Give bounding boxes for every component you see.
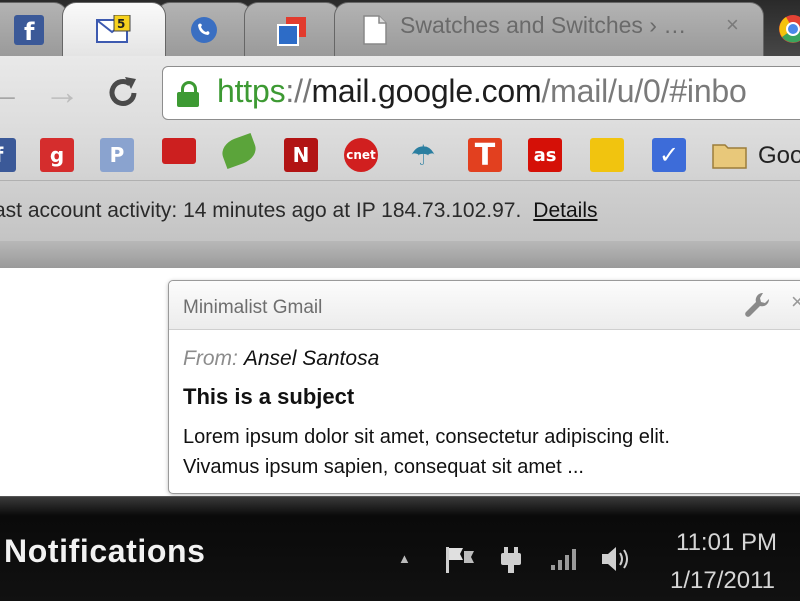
desktop-notification[interactable]: Minimalist Gmail × From: Ansel Santosa Th… xyxy=(168,280,800,494)
lastfm-bookmark-icon[interactable]: as xyxy=(528,138,562,172)
cnet-bookmark-icon[interactable]: cnet xyxy=(344,138,378,172)
notification-app-name: Minimalist Gmail xyxy=(183,297,323,318)
notification-header: Minimalist Gmail × xyxy=(169,281,800,330)
document-icon xyxy=(363,15,387,50)
netflix-bookmark-icon[interactable]: N xyxy=(284,138,318,172)
grooveshark-bookmark-icon[interactable]: g xyxy=(40,138,74,172)
t-bookmark-icon[interactable]: T xyxy=(468,138,502,173)
lock-icon xyxy=(177,81,199,107)
app-icon xyxy=(276,15,308,52)
browser-toolbar: ← → https://mail.google.com/mail/u/0/#in… xyxy=(0,56,800,132)
svg-text:5: 5 xyxy=(117,17,125,31)
network-signal-icon[interactable] xyxy=(550,545,580,576)
volume-icon[interactable] xyxy=(600,545,632,578)
chrome-icon[interactable] xyxy=(778,14,800,49)
notification-body-line: Lorem ipsum dolor sit amet, consectetur … xyxy=(183,426,670,448)
bookmarks-bar: f g P N cnet ☂ T as ✓ Goo xyxy=(0,132,800,181)
from-name: Ansel Santosa xyxy=(243,347,380,370)
notifications-label: Notifications xyxy=(4,533,206,569)
tab-facebook[interactable]: f xyxy=(0,2,68,56)
notification-from: From: Ansel Santosa xyxy=(183,347,379,371)
tunein-bookmark-icon[interactable]: ☂ xyxy=(406,138,440,172)
action-center-flag-icon[interactable] xyxy=(444,545,476,580)
reload-icon[interactable] xyxy=(104,74,142,117)
facebook-bookmark-icon[interactable]: f xyxy=(0,138,16,172)
tab-app[interactable] xyxy=(244,2,340,56)
bookmark-folder-label[interactable]: Goo xyxy=(758,142,800,170)
phone-icon xyxy=(189,15,219,50)
tab-gmail-notifier[interactable]: 5 xyxy=(62,2,166,56)
sticky-bookmark-icon[interactable] xyxy=(590,138,624,172)
browser-window: f 5 Swatches and Switches › … × ← → http… xyxy=(0,0,800,268)
clock-time[interactable]: 11:01 PM xyxy=(676,529,777,557)
back-icon[interactable]: ← xyxy=(0,72,22,112)
address-bar[interactable]: https://mail.google.com/mail/u/0/#inbo xyxy=(162,66,800,120)
notification-body-line: Vivamus ipsum sapien, consequat sit amet… xyxy=(183,456,584,478)
account-activity-bar: ast account activity: 14 minutes ago at … xyxy=(0,181,800,241)
tab-phone[interactable] xyxy=(156,2,252,56)
pandora-bookmark-icon[interactable]: P xyxy=(100,138,134,172)
show-hidden-icons-icon[interactable]: ▲ xyxy=(398,551,411,566)
gmail-notifier-icon: 5 xyxy=(96,14,132,50)
tab-title: Swatches and Switches › … xyxy=(400,12,687,38)
tab-strip: f 5 Swatches and Switches › … × xyxy=(0,0,800,56)
pocket-bookmark-icon[interactable] xyxy=(162,138,196,164)
power-icon[interactable] xyxy=(498,545,528,580)
folder-icon[interactable] xyxy=(712,140,748,175)
from-label: From: xyxy=(183,347,238,370)
taskbar: Notifications ▲ 11:01 PM 1/17/2011 xyxy=(0,496,800,601)
close-icon[interactable]: × xyxy=(726,12,739,38)
svg-text:f: f xyxy=(24,18,35,45)
facebook-icon: f xyxy=(14,15,45,50)
activity-text: ast account activity: 14 minutes ago at … xyxy=(0,199,522,222)
clock-date[interactable]: 1/17/2011 xyxy=(670,567,775,595)
page-shadow xyxy=(0,241,800,268)
url-text: https://mail.google.com/mail/u/0/#inbo xyxy=(217,73,747,109)
notification-close-icon[interactable]: × xyxy=(791,289,800,315)
forward-icon[interactable]: → xyxy=(44,72,80,112)
leaf-bookmark-icon[interactable] xyxy=(218,132,260,170)
wrench-icon[interactable] xyxy=(743,291,771,324)
check-bookmark-icon[interactable]: ✓ xyxy=(652,138,686,172)
details-link[interactable]: Details xyxy=(533,199,597,222)
notification-subject: This is a subject xyxy=(183,384,355,409)
